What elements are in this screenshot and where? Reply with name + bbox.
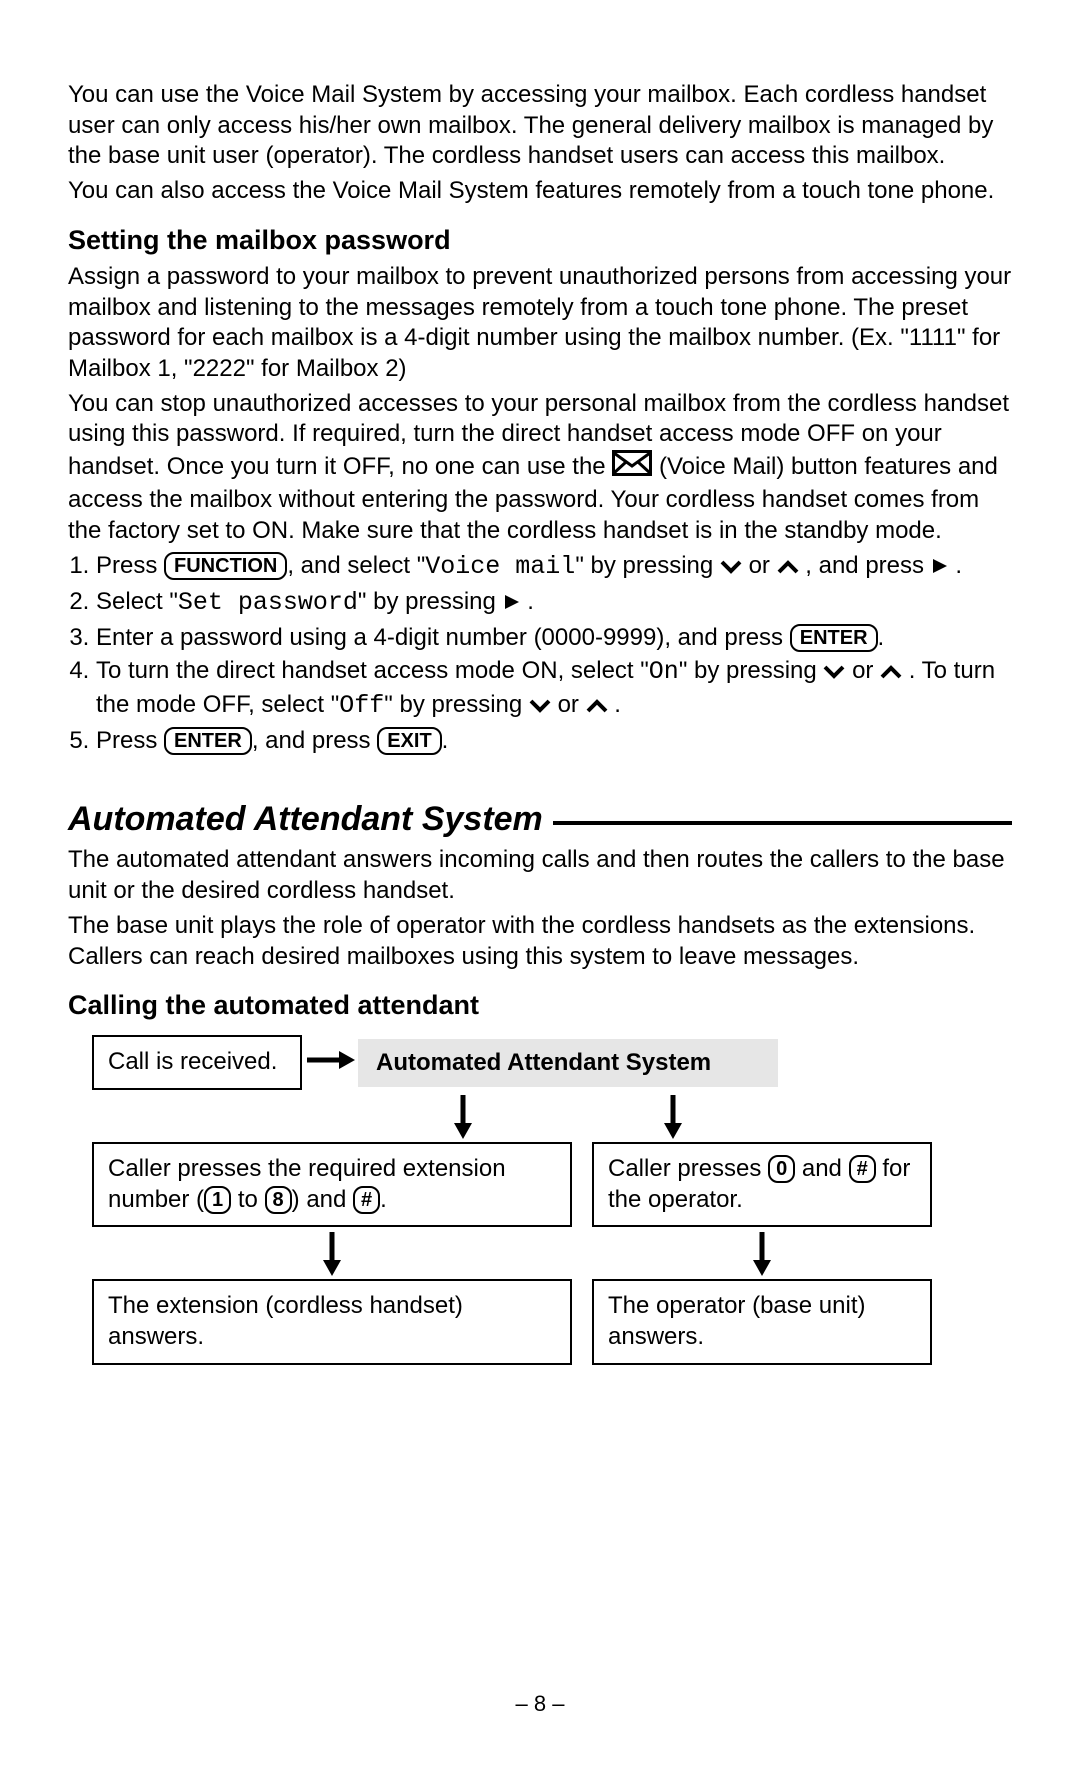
text: Press [96, 552, 164, 579]
page-number: – 8 – [0, 1691, 1080, 1717]
intro-paragraph-1: You can use the Voice Mail System by acc… [68, 80, 1012, 172]
text: to [231, 1186, 264, 1213]
key-1: 1 [204, 1186, 231, 1214]
arrow-down-icon [592, 1227, 932, 1279]
heading-setting-password: Setting the mailbox password [68, 225, 1012, 256]
flow-diagram: Call is received. Automated Attendant Sy… [68, 1035, 1012, 1365]
chevron-down-icon [529, 691, 551, 723]
envelope-icon [612, 450, 652, 485]
text: . [442, 727, 449, 754]
arrow-down-icon [568, 1090, 778, 1142]
flow-box-extension-answers: The extension (cordless handset) answers… [92, 1279, 572, 1364]
arrow-down-icon [92, 1227, 572, 1279]
step-4: To turn the direct handset access mode O… [96, 655, 1012, 722]
page: You can use the Voice Mail System by acc… [0, 0, 1080, 1767]
chevron-up-icon [777, 552, 799, 584]
menu-set-password: Set password [178, 588, 358, 617]
flow-box-extension-press: Caller presses the required extension nu… [92, 1142, 572, 1227]
step-1: Press FUNCTION, and select "Voice mail" … [96, 550, 1012, 584]
text: " by pressing [358, 588, 503, 615]
text: or [749, 552, 777, 579]
play-right-icon [503, 588, 521, 620]
play-right-icon [931, 552, 949, 584]
text: , and select " [287, 552, 425, 579]
option-on: On [649, 657, 679, 686]
option-off: Off [339, 691, 384, 720]
key-hash: # [849, 1155, 876, 1183]
flow-box-attendant-system: Automated Attendant System [358, 1039, 778, 1087]
chevron-down-icon [823, 657, 845, 689]
text: Caller presses [608, 1155, 768, 1182]
heading-calling-attendant: Calling the automated attendant [68, 990, 1012, 1021]
key-8: 8 [265, 1186, 292, 1214]
section2-para2: The base unit plays the role of operator… [68, 911, 1012, 972]
steps-list: Press FUNCTION, and select "Voice mail" … [68, 550, 1012, 756]
heading-automated-attendant: Automated Attendant System [68, 800, 1012, 839]
section1-para2: You can stop unauthorized accesses to yo… [68, 389, 1012, 547]
chevron-up-icon [586, 691, 608, 723]
text: . [878, 624, 885, 651]
text: . [380, 1186, 387, 1213]
enter-key: ENTER [790, 624, 878, 652]
text: . [527, 588, 534, 615]
chevron-up-icon [880, 657, 902, 689]
text: Press [96, 727, 164, 754]
heading-text: Automated Attendant System [68, 800, 543, 839]
flow-box-call-received: Call is received. [92, 1035, 302, 1090]
enter-key: ENTER [164, 727, 252, 755]
text: " by pressing [575, 552, 720, 579]
text: " by pressing [679, 657, 824, 684]
key-0: 0 [768, 1155, 795, 1183]
text: Enter a password using a 4-digit number … [96, 624, 790, 651]
text: , and press [252, 727, 377, 754]
step-5: Press ENTER, and press EXIT. [96, 725, 1012, 757]
arrow-right-icon [302, 1049, 358, 1076]
text: " by pressing [384, 691, 529, 718]
flow-box-operator-answers: The operator (base unit) answers. [592, 1279, 932, 1364]
text: ) and [292, 1186, 353, 1213]
exit-key: EXIT [377, 727, 441, 755]
section1-para1: Assign a password to your mailbox to pre… [68, 262, 1012, 385]
function-key: FUNCTION [164, 552, 287, 580]
text: . [955, 552, 962, 579]
text: To turn the direct handset access mode O… [96, 657, 649, 684]
menu-voice-mail: Voice mail [425, 552, 575, 581]
step-3: Enter a password using a 4-digit number … [96, 622, 1012, 654]
heading-rule [553, 821, 1012, 825]
step-2: Select "Set password" by pressing . [96, 586, 1012, 620]
intro-paragraph-2: You can also access the Voice Mail Syste… [68, 176, 1012, 207]
text: , and press [805, 552, 930, 579]
text: and [795, 1155, 848, 1182]
chevron-down-icon [720, 552, 742, 584]
text: or [558, 691, 586, 718]
flow-box-operator-press: Caller presses 0 and # for the operator. [592, 1142, 932, 1227]
text: Select " [96, 588, 178, 615]
text: or [852, 657, 880, 684]
text: . [614, 691, 621, 718]
section2-para1: The automated attendant answers incoming… [68, 845, 1012, 906]
arrow-down-icon [358, 1090, 568, 1142]
key-hash: # [353, 1186, 380, 1214]
